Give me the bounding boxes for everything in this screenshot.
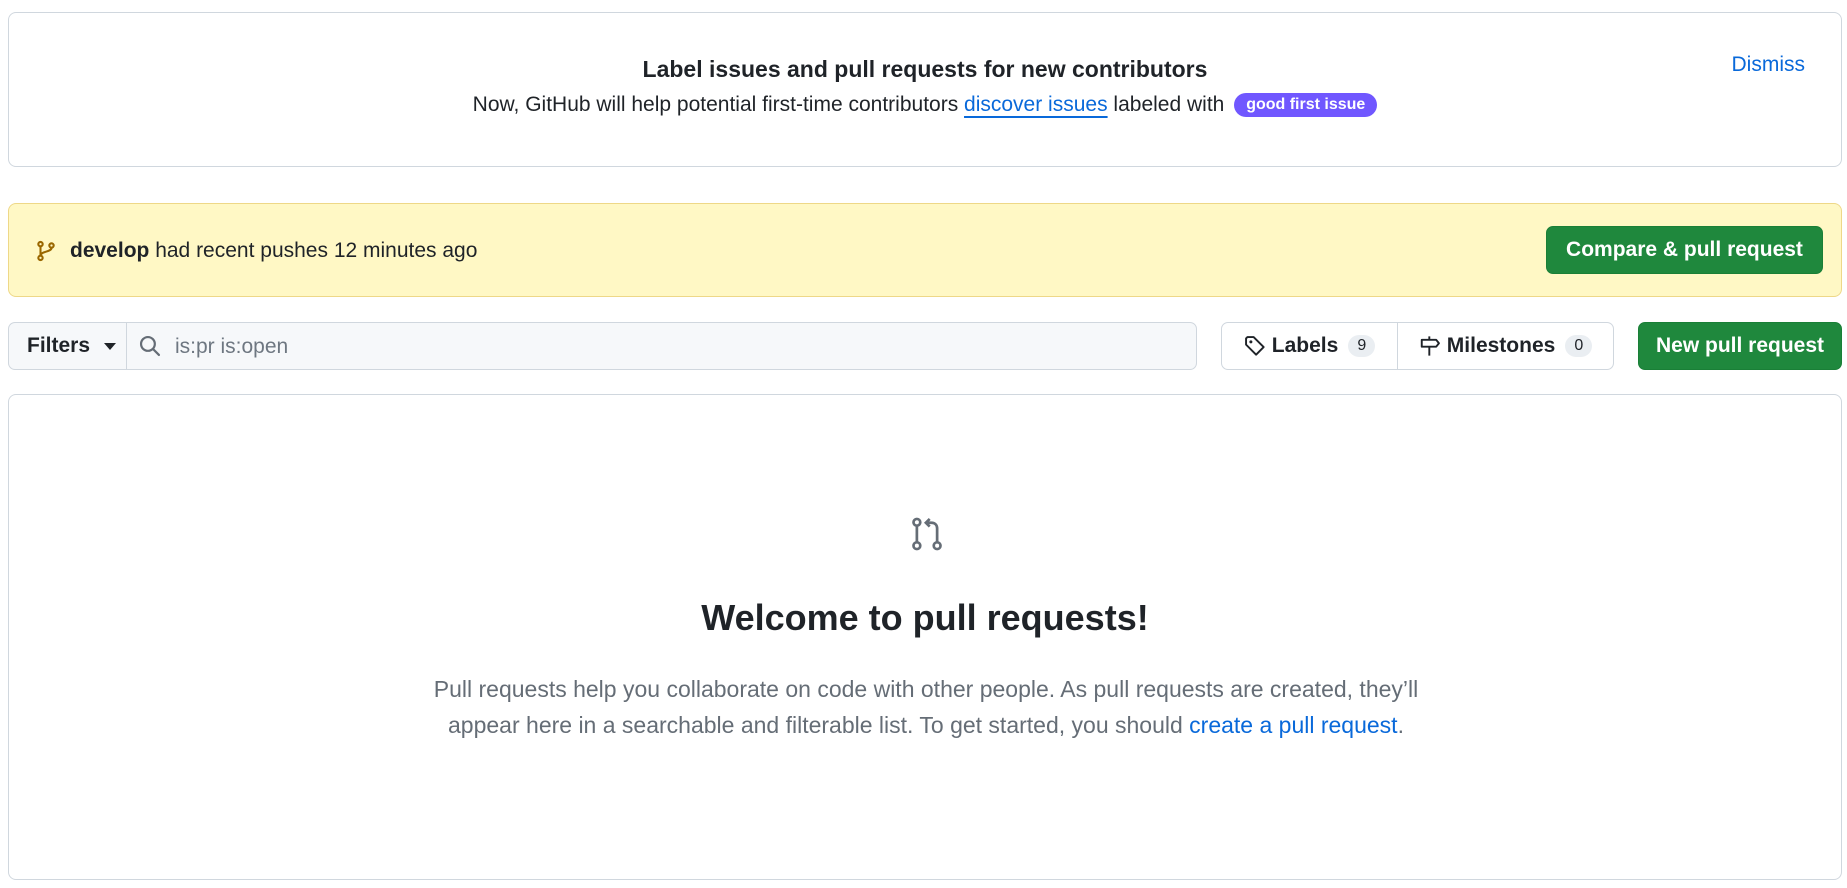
- compare-pull-request-button[interactable]: Compare & pull request: [1546, 226, 1823, 274]
- labels-count: 9: [1348, 335, 1376, 357]
- filters-label: Filters: [27, 334, 91, 357]
- git-branch-icon: [37, 240, 55, 262]
- search-icon: [139, 335, 161, 357]
- blankslate-title: Welcome to pull requests!: [701, 597, 1149, 638]
- banner-text-before: Now, GitHub will help potential first-ti…: [472, 93, 965, 116]
- discover-issues-link[interactable]: discover issues: [964, 93, 1108, 116]
- branch-name[interactable]: develop: [70, 239, 149, 262]
- search-input[interactable]: [173, 330, 1157, 364]
- filters-button[interactable]: Filters: [8, 322, 126, 370]
- banner-text: Now, GitHub will help potential first-ti…: [9, 93, 1841, 117]
- new-pull-request-button[interactable]: New pull request: [1638, 322, 1842, 370]
- milestones-label: Milestones: [1446, 334, 1556, 357]
- labels-milestones-group: Labels 9 Milestones 0: [1221, 322, 1614, 370]
- banner-text-after: labeled with: [1107, 93, 1225, 116]
- dismiss-button[interactable]: Dismiss: [1732, 53, 1806, 77]
- tag-icon: [1244, 336, 1265, 356]
- push-time-text: had recent pushes 12 minutes ago: [149, 239, 478, 262]
- recent-pushes-flash: develop had recent pushes 12 minutes ago…: [8, 203, 1842, 297]
- caret-down-icon: [104, 342, 117, 350]
- banner-title: Label issues and pull requests for new c…: [642, 56, 1208, 82]
- git-pull-request-icon: [912, 517, 942, 551]
- create-pull-request-link[interactable]: create a pull request: [1189, 712, 1397, 738]
- blankslate-description: Pull requests help you collaborate on co…: [399, 671, 1453, 743]
- push-message: develop had recent pushes 12 minutes ago: [70, 239, 477, 263]
- contributor-banner: Label issues and pull requests for new c…: [8, 12, 1842, 167]
- good-first-issue-label[interactable]: good first issue: [1234, 93, 1378, 117]
- search-field[interactable]: [126, 322, 1197, 370]
- milestones-button[interactable]: Milestones 0: [1398, 323, 1613, 369]
- labels-label: Labels: [1271, 334, 1339, 357]
- milestones-count: 0: [1565, 335, 1593, 357]
- labels-button[interactable]: Labels 9: [1222, 323, 1398, 369]
- blankslate-period: .: [1397, 712, 1404, 738]
- pull-requests-blankslate: Welcome to pull requests! Pull requests …: [8, 394, 1842, 880]
- milestone-icon: [1420, 336, 1440, 356]
